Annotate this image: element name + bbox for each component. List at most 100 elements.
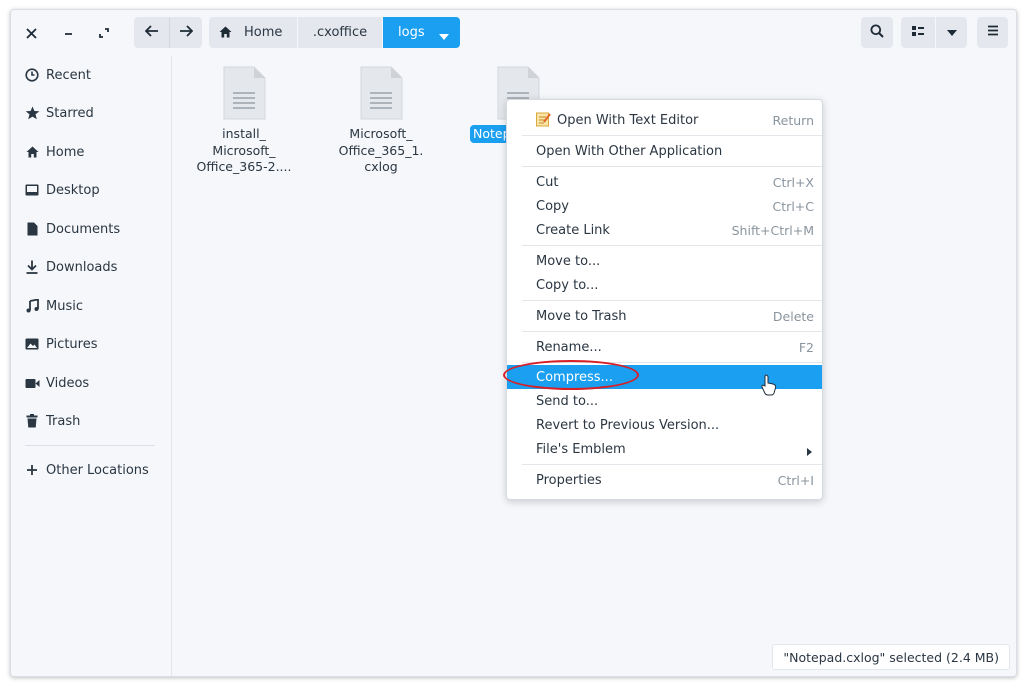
trash-icon xyxy=(24,413,40,429)
annotation-ellipse xyxy=(503,360,639,390)
hamburger-menu-icon xyxy=(987,25,999,40)
search-button[interactable] xyxy=(861,17,893,48)
picture-icon xyxy=(24,336,40,352)
menu-item-files-emblem[interactable]: File's Emblem xyxy=(507,437,822,461)
menu-item-revert-to-previous-version[interactable]: Revert to Previous Version... xyxy=(507,413,822,437)
sidebar-item-label: Downloads xyxy=(46,259,118,275)
sidebar-item-other-locations[interactable]: Other Locations xyxy=(11,457,171,483)
menu-item-properties[interactable]: Properties Ctrl+I xyxy=(507,468,822,492)
menu-item-label: Cut xyxy=(536,174,559,190)
chevron-down-icon xyxy=(946,25,957,40)
text-file-icon xyxy=(359,66,403,120)
back-button[interactable] xyxy=(134,17,169,48)
sidebar-item-recent[interactable]: Recent xyxy=(11,62,171,88)
menu-item-label: Create Link xyxy=(536,222,610,238)
view-options-button[interactable] xyxy=(936,17,967,48)
sidebar: Recent Starred Home Desktop Documents Do… xyxy=(11,56,172,676)
breadcrumb-logs[interactable]: logs xyxy=(383,17,460,48)
view-toggle-button[interactable] xyxy=(901,17,935,48)
menu-item-shortcut: Ctrl+C xyxy=(772,198,814,214)
file-item[interactable]: Microsoft_ Office_365_1. cxlog xyxy=(326,66,436,176)
menu-item-label: Send to... xyxy=(536,393,599,409)
breadcrumb-label: Home xyxy=(244,25,283,40)
menu-item-label: Revert to Previous Version... xyxy=(536,417,720,433)
star-icon xyxy=(24,105,40,121)
menu-item-shortcut: Return xyxy=(772,112,814,128)
main-menu-button[interactable] xyxy=(977,17,1008,48)
sidebar-item-home[interactable]: Home xyxy=(11,139,171,165)
menu-separator xyxy=(522,331,822,332)
menu-item-label: Properties xyxy=(536,472,602,488)
menu-separator xyxy=(522,300,822,301)
header-bar: Home .cxoffice logs xyxy=(11,10,1016,56)
home-icon xyxy=(219,26,232,42)
menu-separator xyxy=(522,464,822,465)
sidebar-item-label: Trash xyxy=(46,413,81,429)
sidebar-item-music[interactable]: Music xyxy=(11,293,171,319)
menu-item-move-to-trash[interactable]: Move to Trash Delete xyxy=(507,304,822,328)
clock-icon xyxy=(24,67,40,83)
menu-separator xyxy=(522,245,822,246)
menu-item-shortcut: Ctrl+X xyxy=(772,174,814,190)
close-icon[interactable] xyxy=(19,21,43,45)
menu-item-copy[interactable]: Copy Ctrl+C xyxy=(507,194,822,218)
minimize-icon[interactable] xyxy=(56,21,80,45)
sidebar-item-downloads[interactable]: Downloads xyxy=(11,254,171,280)
sidebar-item-trash[interactable]: Trash xyxy=(11,408,171,434)
file-item[interactable]: install_ Microsoft_ Office_365-2.... xyxy=(189,66,299,176)
menu-item-shortcut: Delete xyxy=(772,308,814,324)
breadcrumb-label: logs xyxy=(398,25,425,40)
menu-item-create-link[interactable]: Create Link Shift+Ctrl+M xyxy=(507,218,822,242)
menu-item-shortcut: Shift+Ctrl+M xyxy=(731,222,814,238)
sidebar-item-label: Other Locations xyxy=(46,462,149,478)
sidebar-item-label: Documents xyxy=(46,221,121,237)
back-arrow-icon xyxy=(144,24,159,41)
sidebar-item-label: Home xyxy=(46,144,85,160)
list-view-icon xyxy=(911,25,925,41)
menu-item-label: Copy to... xyxy=(536,277,599,293)
home-icon xyxy=(24,144,40,160)
sidebar-item-label: Desktop xyxy=(46,182,100,198)
context-menu: Open With Text Editor Return Open With O… xyxy=(506,99,823,500)
sidebar-item-label: Videos xyxy=(46,375,90,391)
hand-cursor-icon xyxy=(761,374,777,400)
chevron-right-icon xyxy=(807,445,812,460)
forward-button[interactable] xyxy=(169,17,202,48)
document-icon xyxy=(24,221,40,237)
sidebar-item-label: Starred xyxy=(46,105,94,121)
breadcrumb-home[interactable]: Home xyxy=(209,17,297,48)
menu-item-shortcut: F2 xyxy=(798,339,814,355)
sidebar-item-desktop[interactable]: Desktop xyxy=(11,177,171,203)
maximize-icon[interactable] xyxy=(92,21,116,45)
menu-item-label: Move to Trash xyxy=(536,308,627,324)
search-icon xyxy=(870,24,884,42)
sidebar-item-label: Music xyxy=(46,298,83,314)
menu-item-copy-to[interactable]: Copy to... xyxy=(507,273,822,297)
sidebar-item-starred[interactable]: Starred xyxy=(11,100,171,126)
sidebar-item-pictures[interactable]: Pictures xyxy=(11,331,171,357)
sidebar-item-documents[interactable]: Documents xyxy=(11,216,171,242)
breadcrumb-cxoffice[interactable]: .cxoffice xyxy=(298,17,382,48)
sidebar-item-videos[interactable]: Videos xyxy=(11,370,171,396)
menu-item-label: Move to... xyxy=(536,253,601,269)
download-icon xyxy=(24,259,40,275)
text-file-icon xyxy=(222,66,266,120)
plus-icon xyxy=(24,462,40,478)
menu-item-open-with-other-application[interactable]: Open With Other Application xyxy=(507,139,822,163)
sidebar-item-label: Recent xyxy=(46,67,91,83)
status-bar: "Notepad.cxlog" selected (2.4 MB) xyxy=(772,644,1010,670)
sidebar-item-label: Pictures xyxy=(46,336,98,352)
music-icon xyxy=(24,298,40,314)
text-editor-icon xyxy=(536,112,551,131)
menu-item-cut[interactable]: Cut Ctrl+X xyxy=(507,170,822,194)
menu-separator xyxy=(522,166,822,167)
chevron-down-icon[interactable] xyxy=(439,29,449,44)
video-icon xyxy=(24,375,40,391)
sidebar-separator xyxy=(25,445,155,446)
menu-item-shortcut: Ctrl+I xyxy=(777,472,814,488)
menu-item-label: Copy xyxy=(536,198,569,214)
file-name: Microsoft_ Office_365_1. cxlog xyxy=(338,126,424,174)
menu-item-move-to[interactable]: Move to... xyxy=(507,249,822,273)
menu-item-rename[interactable]: Rename... F2 xyxy=(507,335,822,359)
menu-item-open-with-text-editor[interactable]: Open With Text Editor Return xyxy=(507,108,822,132)
